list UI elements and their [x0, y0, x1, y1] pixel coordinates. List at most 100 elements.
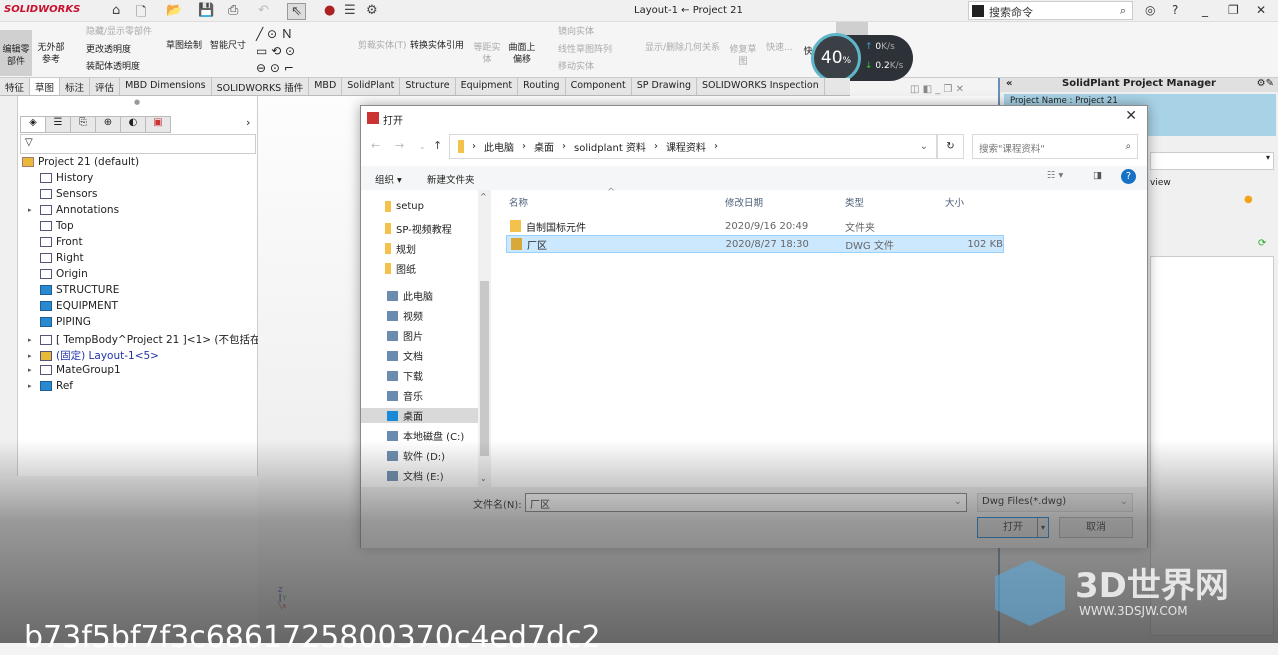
address-dropdown-icon[interactable]: ⌄ — [920, 141, 928, 152]
tab-item[interactable]: SOLIDWORKS 插件 — [212, 78, 310, 95]
scroll-up-icon[interactable]: ^ — [480, 192, 487, 201]
tree-node[interactable]: STRUCTURE — [40, 284, 119, 296]
tree-node[interactable]: Front — [40, 236, 83, 248]
help-icon[interactable]: ? — [1121, 169, 1136, 184]
refresh-icon[interactable]: ⟳ — [1258, 238, 1266, 249]
tree-node[interactable]: Top — [40, 220, 74, 232]
change-transparency-button[interactable]: 更改透明度 — [86, 44, 131, 56]
organize-button[interactable]: 组织 ▾ — [375, 172, 402, 186]
save-icon[interactable]: 💾 — [198, 3, 214, 18]
scroll-down-icon[interactable]: ⌄ — [480, 474, 487, 483]
display-relations-button[interactable]: 显示/删除几何关系 — [645, 42, 720, 54]
nav-item[interactable]: 文档 (E:) — [387, 468, 444, 483]
recent-dropdown[interactable]: ⌄ — [419, 142, 426, 151]
column-header[interactable]: 类型 — [845, 195, 864, 209]
sketch-button[interactable]: 草图绘制 — [166, 40, 202, 52]
sketch-entities-icons[interactable]: ╱ ⊙ Ｎ ▭ ⟲ ⊙ ⊖ ⊙ ⌐ — [256, 26, 295, 77]
folder-search-input[interactable]: 搜索"课程资料" ⌕ — [972, 134, 1138, 159]
nav-item[interactable]: 图纸 — [385, 261, 416, 276]
collapse-icon[interactable]: « — [1006, 78, 1012, 89]
breadcrumb-item[interactable]: solidplant 资料 — [574, 139, 646, 154]
panel-splitter-handle[interactable]: ● — [134, 98, 140, 106]
tree-node[interactable]: Origin — [40, 268, 88, 280]
tab-item[interactable]: Component — [566, 78, 632, 95]
nav-item[interactable]: 桌面 — [361, 408, 478, 423]
settings-pin-icons[interactable]: ⚙✎ — [1257, 78, 1274, 89]
tab-item[interactable]: 特征 — [0, 78, 31, 95]
convert-entities-button[interactable]: 转换实体引用 — [410, 40, 464, 52]
tab-item[interactable]: SP Drawing — [632, 78, 698, 95]
back-button[interactable]: ← — [371, 139, 380, 152]
expand-arrow-icon[interactable]: ▸ — [28, 382, 32, 390]
nav-item[interactable]: 本地磁盘 (C:) — [387, 428, 464, 443]
breadcrumb-item[interactable]: 课程资料 — [666, 139, 706, 154]
help-icon[interactable]: ● — [1244, 194, 1253, 205]
expand-arrow-icon[interactable]: ▸ — [28, 336, 32, 344]
filename-input[interactable]: 厂区 ⌄ — [525, 493, 967, 512]
mirror-entities-button[interactable]: 镜向实体 — [558, 26, 594, 38]
forward-button[interactable]: → — [395, 139, 404, 152]
hide-show-components-button[interactable]: 隐藏/显示零部件 — [86, 26, 152, 38]
tree-node[interactable]: PIPING — [40, 316, 91, 328]
file-row[interactable]: 自制国标元件 2020/9/16 20:49 文件夹 — [506, 217, 1004, 235]
nav-item[interactable]: 视频 — [387, 308, 423, 323]
open-button[interactable]: 打开 ▾ — [977, 517, 1049, 538]
file-row[interactable]: 厂区 2020/8/27 18:30 DWG 文件 102 KB — [506, 235, 1004, 253]
feature-manager-tab-icon[interactable]: ◈ — [20, 116, 46, 133]
undo-icon[interactable]: ↶ — [258, 3, 269, 18]
assembly-transparency-button[interactable]: 装配体透明度 — [86, 61, 140, 73]
view-options-icon[interactable]: ☷ ▾ — [1047, 170, 1063, 181]
no-external-refs-button[interactable]: 无外部参考 — [36, 42, 66, 66]
scrollbar-thumb[interactable] — [480, 281, 489, 456]
tree-filter[interactable]: ▽ — [20, 134, 256, 154]
column-header[interactable]: 名称 — [509, 195, 528, 209]
tree-node[interactable]: ▸ Ref — [28, 380, 73, 392]
dimxpert-tab-icon[interactable]: ⊕ — [95, 116, 121, 133]
user-icon[interactable]: ◎ — [1145, 3, 1155, 17]
trim-entities-button[interactable]: 剪裁实体(T) — [358, 40, 407, 52]
nav-item[interactable]: SP-视频教程 — [385, 221, 452, 236]
nav-item[interactable]: 规划 — [385, 241, 416, 256]
select-icon[interactable]: ⇖ — [287, 3, 306, 20]
print-icon[interactable]: ⎙ — [228, 3, 238, 18]
project-dropdown[interactable]: ▾ — [1150, 152, 1274, 170]
refresh-button[interactable]: ↻ — [937, 134, 964, 159]
search-icon[interactable]: ⌕ — [1120, 4, 1126, 18]
cam-tab-icon[interactable]: ▣ — [145, 116, 171, 133]
quick-snaps-button[interactable]: 快速... — [766, 42, 793, 54]
offset-on-surface-button[interactable]: 曲面上偏移 — [507, 42, 537, 66]
repair-sketch-button[interactable]: 修复草图 — [728, 44, 758, 68]
tab-item[interactable]: 评估 — [90, 78, 121, 95]
expand-arrow-icon[interactable]: ▸ — [28, 206, 32, 214]
minimize-button[interactable]: _ — [1202, 3, 1208, 17]
viewport-icons[interactable]: ◫ ◧ _ ❐ ✕ — [910, 84, 964, 95]
display-manager-tab-icon[interactable]: ◐ — [120, 116, 146, 133]
tree-node[interactable]: EQUIPMENT — [40, 300, 118, 312]
breadcrumb-item[interactable]: 此电脑 — [484, 139, 514, 154]
expand-arrow-icon[interactable]: ▸ — [28, 366, 32, 374]
open-file-icon[interactable]: 📂 — [166, 3, 182, 18]
help-icon[interactable]: ? — [1172, 3, 1178, 17]
home-icon[interactable]: ⌂ — [112, 3, 120, 18]
open-dropdown-icon[interactable]: ▾ — [1037, 518, 1048, 537]
configuration-manager-tab-icon[interactable]: ⎘ — [70, 116, 96, 133]
preview-pane-icon[interactable]: ◨ — [1093, 170, 1102, 181]
address-bar[interactable]: › 此电脑 › 桌面 › solidplant 资料 › 课程资料 › ⌄ — [449, 134, 937, 159]
tab-item[interactable]: MBD — [309, 78, 343, 95]
nav-item[interactable]: 文档 — [387, 348, 423, 363]
rebuild-icon[interactable]: ● — [324, 3, 335, 18]
nav-item[interactable]: 图片 — [387, 328, 423, 343]
nav-item[interactable]: 软件 (D:) — [387, 448, 445, 463]
tree-node[interactable]: ▸ Annotations — [28, 204, 119, 216]
tab-item[interactable]: Equipment — [456, 78, 519, 95]
file-properties-icon[interactable]: ☰ — [344, 3, 356, 18]
tab-item[interactable]: MBD Dimensions — [120, 78, 212, 95]
close-button[interactable]: ✕ — [1256, 3, 1266, 17]
chevron-right-icon[interactable]: › — [246, 116, 250, 129]
restore-button[interactable]: ❐ — [1228, 3, 1239, 17]
new-folder-button[interactable]: 新建文件夹 — [427, 172, 475, 186]
column-header[interactable]: 修改日期 — [725, 195, 763, 209]
tree-node[interactable]: ▸ [ TempBody^Project 21 ]<1> (不包括在材料 — [28, 332, 282, 347]
tree-node[interactable]: Sensors — [40, 188, 97, 200]
breadcrumb-item[interactable]: 桌面 — [534, 139, 554, 154]
